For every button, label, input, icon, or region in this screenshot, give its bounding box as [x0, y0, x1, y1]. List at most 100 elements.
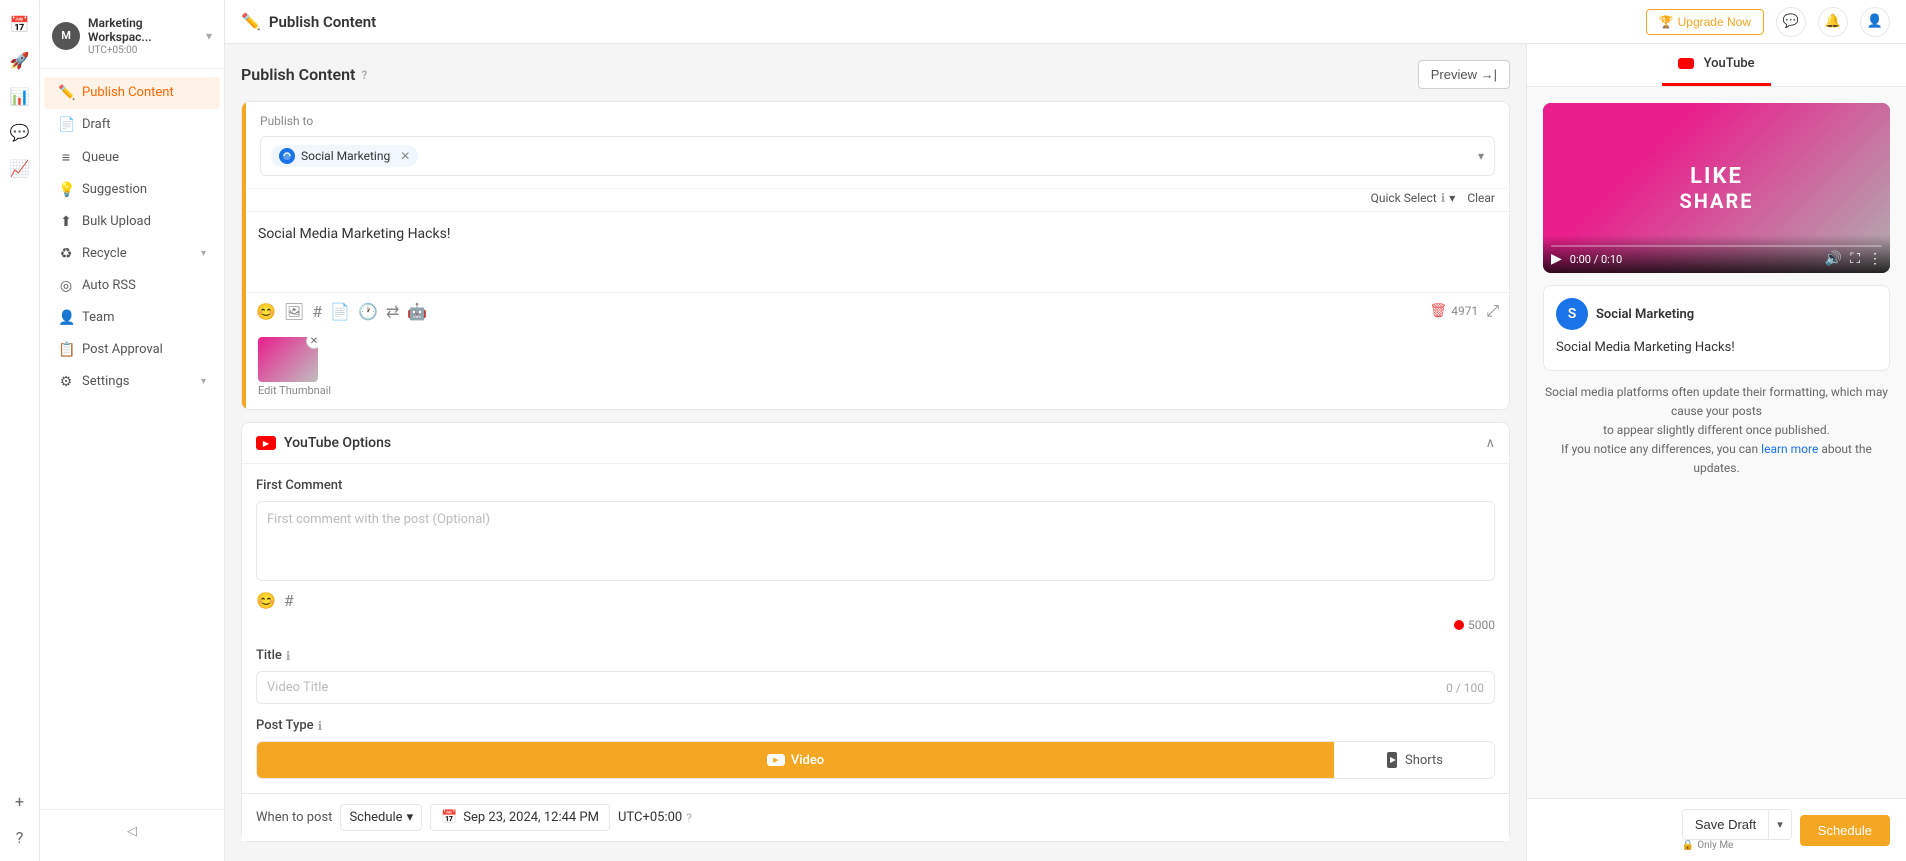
shorts-type-button[interactable]: Shorts — [1334, 742, 1494, 778]
date-picker[interactable]: 📅 Sep 23, 2024, 12:44 PM — [430, 804, 610, 831]
youtube-options-section: YouTube Options ∧ First Comment 😊 # — [241, 422, 1510, 842]
content-inner: Publish to Social Marketing ✕ — [246, 102, 1509, 409]
channel-selector[interactable]: Social Marketing ✕ ▾ — [260, 136, 1495, 176]
social-icon[interactable]: 💬 — [4, 116, 36, 148]
collapse-sidebar-button[interactable]: ◁ — [40, 818, 224, 845]
volume-icon[interactable]: 🔊 — [1825, 251, 1842, 267]
queue-icon: ≡ — [58, 149, 74, 166]
doc-toolbar-icon[interactable]: 📄 — [330, 302, 350, 321]
notice-line3: If you notice any differences, you can — [1561, 442, 1758, 456]
sidebar-item-suggestion[interactable]: 💡 Suggestion — [44, 174, 220, 206]
youtube-options-header[interactable]: YouTube Options ∧ — [242, 423, 1509, 464]
timezone-info-icon[interactable]: ? — [686, 811, 692, 825]
messages-button[interactable]: 💬 — [1776, 7, 1806, 37]
save-draft-button[interactable]: Save Draft — [1682, 809, 1769, 840]
preview-panel: YouTube LIKE SHARE — [1526, 44, 1906, 861]
trophy-icon: 🏆 — [1659, 15, 1674, 29]
preview-post-card: S Social Marketing Social Media Marketin… — [1543, 285, 1890, 371]
icon-bar: 📅 🚀 📊 💬 📈 + ? — [0, 0, 40, 861]
video-type-button[interactable]: Video — [257, 742, 1334, 778]
notifications-button[interactable]: 🔔 — [1818, 7, 1848, 37]
workspace-info: Marketing Workspac... UTC+05:00 — [88, 16, 198, 56]
comment-toolbar: 😊 # — [256, 585, 1495, 616]
analytics-icon[interactable]: 📊 — [4, 80, 36, 112]
comment-char-limit: 5000 — [1468, 618, 1495, 632]
first-comment-input[interactable] — [256, 501, 1495, 581]
comment-hashtag-icon[interactable]: # — [284, 591, 294, 610]
channel-name: Social Marketing — [301, 149, 390, 163]
expand-icon[interactable]: ⤢ — [1486, 301, 1499, 321]
upgrade-label: Upgrade Now — [1678, 15, 1751, 29]
add-icon[interactable]: + — [4, 785, 36, 817]
sidebar-item-draft-label: Draft — [82, 117, 206, 132]
save-main-row: Save Draft ▾ — [1682, 809, 1792, 840]
schedule-button[interactable]: Schedule — [1800, 815, 1890, 846]
thumbnail-preview[interactable]: ✕ — [258, 337, 318, 382]
preview-tab-youtube[interactable]: YouTube — [1662, 44, 1770, 86]
quick-select-button[interactable]: Quick Select ℹ ▾ — [1371, 191, 1456, 205]
sidebar-item-post-approval[interactable]: 📋 Post Approval — [44, 334, 220, 366]
title-field-label: Title ℹ — [256, 648, 1495, 663]
arrows-toolbar-icon[interactable]: ⇄ — [386, 302, 399, 321]
help-icon[interactable]: ? — [4, 821, 36, 853]
preview-post-text: Social Media Marketing Hacks! — [1556, 338, 1877, 358]
fullscreen-icon[interactable]: ⛶ — [1850, 251, 1860, 267]
sidebar: M Marketing Workspac... UTC+05:00 ▾ ✏️ P… — [40, 0, 225, 861]
sidebar-item-bulk-upload[interactable]: ⬆ Bulk Upload — [44, 206, 220, 238]
workspace-avatar: M — [52, 22, 80, 50]
title-input[interactable] — [267, 680, 1446, 695]
channel-icon — [279, 148, 295, 164]
author-avatar: S — [1556, 298, 1588, 330]
publish-icon[interactable]: 🚀 — [4, 44, 36, 76]
post-type-section: Post Type ℹ Video Shorts — [256, 718, 1495, 779]
video-preview-container: LIKE SHARE ▶ 0:00 / 0:10 🔊 — [1543, 103, 1890, 273]
youtube-options-collapse-icon: ∧ — [1485, 436, 1495, 451]
sidebar-item-publish-content[interactable]: ✏️ Publish Content — [44, 77, 220, 109]
schedule-chevron-icon: ▾ — [407, 810, 414, 825]
sidebar-item-queue[interactable]: ≡ Queue — [44, 141, 220, 174]
sidebar-item-settings[interactable]: ⚙ Settings ▾ — [44, 366, 220, 398]
sidebar-item-draft[interactable]: 📄 Draft — [44, 109, 220, 141]
robot-toolbar-icon[interactable]: 🤖 — [407, 302, 427, 321]
video-time: 0:00 / 0:10 — [1570, 253, 1622, 266]
schedule-select[interactable]: Schedule ▾ — [340, 804, 422, 831]
comment-emoji-icon[interactable]: 😊 — [256, 591, 276, 610]
preview-button[interactable]: Preview →| — [1418, 60, 1510, 89]
save-draft-dropdown[interactable]: ▾ — [1769, 809, 1792, 840]
hashtag-toolbar-icon[interactable]: # — [312, 302, 322, 321]
post-type-info-icon[interactable]: ℹ — [318, 719, 323, 733]
play-button-icon[interactable]: ▶ — [1551, 251, 1562, 267]
calendar-icon[interactable]: 📅 — [4, 8, 36, 40]
title-info-icon[interactable]: ? — [361, 68, 367, 82]
publish-to-section: Publish to Social Marketing ✕ — [246, 102, 1509, 188]
trash-icon[interactable]: 🗑 — [1429, 303, 1447, 319]
video-type-yt-icon — [767, 754, 785, 766]
notice-line2: to appear slightly different once publis… — [1603, 423, 1830, 437]
emoji-toolbar-icon[interactable]: 😊 — [256, 302, 276, 321]
learn-more-link[interactable]: learn more — [1761, 442, 1818, 456]
clock-toolbar-icon[interactable]: 🕐 — [358, 302, 378, 321]
sidebar-item-team[interactable]: 👤 Team — [44, 302, 220, 334]
title-section: Title ℹ 0 / 100 — [256, 648, 1495, 704]
preview-label: Preview →| — [1431, 67, 1497, 82]
timezone-field[interactable]: UTC+05:00 ? — [618, 810, 692, 825]
more-icon[interactable]: ⋮ — [1868, 251, 1882, 267]
sidebar-item-bulk-upload-label: Bulk Upload — [82, 214, 206, 229]
account-avatar[interactable]: 👤 — [1860, 7, 1890, 37]
clear-button[interactable]: Clear — [1467, 191, 1495, 205]
workspace-header[interactable]: M Marketing Workspac... UTC+05:00 ▾ — [40, 8, 224, 69]
chart-icon[interactable]: 📈 — [4, 152, 36, 184]
upgrade-button[interactable]: 🏆 Upgrade Now — [1646, 9, 1764, 35]
sidebar-item-post-approval-label: Post Approval — [82, 342, 206, 357]
editor-body[interactable]: Social Media Marketing Hacks! — [246, 212, 1509, 292]
youtube-char-dot — [1454, 620, 1464, 630]
title-char-count: 0 / 100 — [1446, 681, 1484, 695]
title-info-icon[interactable]: ℹ — [286, 649, 291, 663]
timezone-value: UTC+05:00 — [618, 810, 682, 825]
image-toolbar-icon[interactable]: 🖼 — [284, 302, 304, 321]
channel-tag-close[interactable]: ✕ — [400, 149, 410, 163]
schedule-label: Schedule — [349, 810, 402, 825]
channel-selector-chevron-icon: ▾ — [1478, 149, 1484, 163]
sidebar-item-auto-rss[interactable]: ◎ Auto RSS — [44, 270, 220, 302]
sidebar-item-recycle[interactable]: ♻ Recycle ▾ — [44, 238, 220, 270]
